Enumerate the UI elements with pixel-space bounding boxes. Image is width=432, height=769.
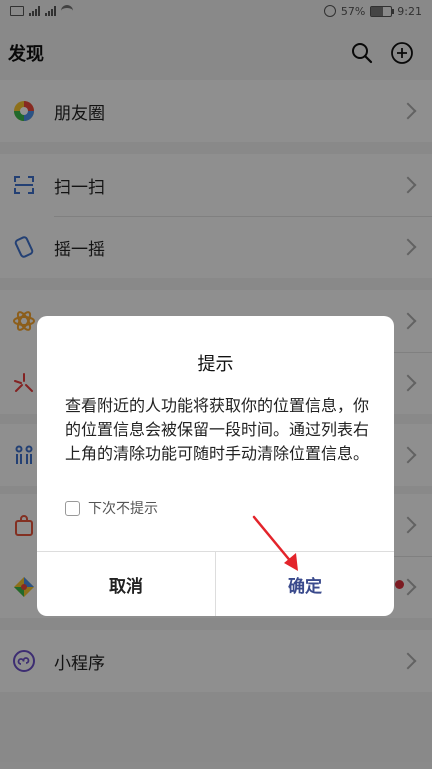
dialog-actions: 取消 确定 [37, 551, 394, 616]
checkbox-label: 下次不提示 [88, 501, 158, 517]
location-prompt-dialog: 提示 查看附近的人功能将获取你的位置信息，你的位置信息会被保留一段时间。通过列表… [37, 316, 394, 616]
dialog-title: 提示 [197, 354, 234, 375]
dont-remind-checkbox[interactable]: 下次不提示 [65, 498, 158, 518]
annotation-arrow-icon [252, 515, 298, 571]
cancel-button[interactable]: 取消 [37, 552, 216, 616]
dialog-message: 查看附近的人功能将获取你的位置信息，你的位置信息会被保留一段时间。通过列表右上角… [65, 396, 370, 463]
checkbox-box[interactable] [65, 500, 80, 516]
